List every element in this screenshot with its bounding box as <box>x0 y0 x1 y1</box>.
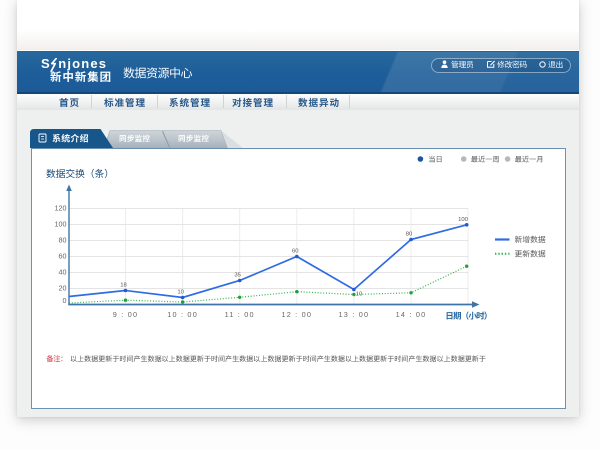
svg-text:40: 40 <box>59 267 67 276</box>
svg-text:80: 80 <box>406 231 413 237</box>
svg-text:120: 120 <box>55 203 67 212</box>
svg-text:100: 100 <box>458 216 469 222</box>
svg-text:14 : 00: 14 : 00 <box>396 309 427 318</box>
svg-text:13 : 00: 13 : 00 <box>339 309 370 318</box>
svg-text:18: 18 <box>120 282 127 288</box>
svg-text:60: 60 <box>292 248 299 254</box>
svg-text:10: 10 <box>356 291 363 297</box>
svg-text:10 : 00: 10 : 00 <box>167 309 198 318</box>
svg-text:20: 20 <box>59 283 67 292</box>
svg-text:60: 60 <box>59 251 67 260</box>
svg-text:10: 10 <box>177 289 184 295</box>
svg-text:12 : 00: 12 : 00 <box>281 309 312 318</box>
svg-text:100: 100 <box>55 219 67 228</box>
svg-text:0: 0 <box>63 296 67 305</box>
svg-text:9 : 00: 9 : 00 <box>113 309 138 318</box>
svg-text:80: 80 <box>59 235 67 244</box>
svg-text:35: 35 <box>234 272 241 278</box>
svg-text:11 : 00: 11 : 00 <box>225 309 255 318</box>
